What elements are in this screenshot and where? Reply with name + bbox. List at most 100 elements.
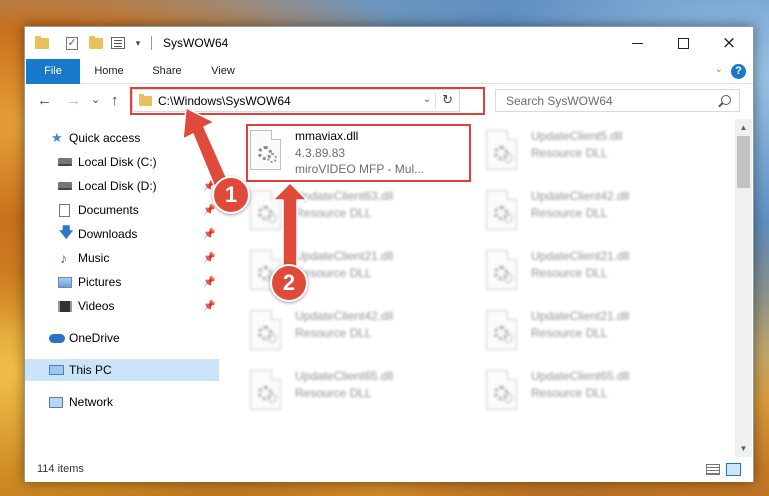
sidebar-item-local-disk-d[interactable]: Local Disk (D:) 📌 <box>25 175 219 197</box>
sidebar-item-videos[interactable]: Videos 📌 <box>25 295 219 317</box>
up-arrow-icon[interactable]: ↑ <box>111 92 119 110</box>
file-name: UpdateClient21.dll <box>295 249 394 263</box>
title-bar: ✓ ▾ SysWOW64 × <box>25 27 753 59</box>
search-icon[interactable] <box>721 95 731 105</box>
file-tile[interactable]: UpdateClient42.dll Resource DLL <box>247 305 472 363</box>
tab-home[interactable]: Home <box>85 59 133 84</box>
sidebar-item-quick-access[interactable]: ★ Quick access <box>25 127 219 149</box>
drive-icon <box>58 158 72 166</box>
sidebar-item-label: OneDrive <box>69 331 120 345</box>
file-type: Resource DLL <box>531 386 608 400</box>
tiles-view-icon[interactable] <box>726 463 741 476</box>
back-arrow-icon[interactable]: ← <box>37 92 52 110</box>
ribbon-tabs: File Home Share View ⌄ ? <box>25 59 753 84</box>
maximize-button[interactable] <box>660 27 706 59</box>
pin-icon[interactable]: 📌 <box>203 277 215 288</box>
sidebar-item-network[interactable]: Network <box>25 391 219 413</box>
tab-view[interactable]: View <box>200 59 246 84</box>
file-type: Resource DLL <box>531 266 608 280</box>
star-icon: ★ <box>51 130 63 145</box>
minimize-button[interactable] <box>614 27 660 59</box>
sidebar-item-label: Network <box>69 395 114 409</box>
file-type: Resource DLL <box>295 386 372 400</box>
status-bar: 114 items <box>25 457 753 482</box>
file-name: UpdateClient63.dll <box>295 189 394 203</box>
close-button[interactable]: × <box>706 27 752 59</box>
item-count: 114 items <box>37 463 84 475</box>
file-tile[interactable]: UpdateClient21.dll Resource DLL <box>483 245 708 303</box>
sidebar-item-label: This PC <box>69 363 112 377</box>
videos-icon <box>58 300 72 312</box>
dll-file-icon <box>486 250 517 290</box>
pin-icon[interactable]: 📌 <box>203 205 215 216</box>
computer-icon <box>49 365 64 375</box>
dll-file-icon <box>250 190 281 230</box>
scrollbar-thumb[interactable] <box>737 136 750 188</box>
pin-icon[interactable]: 📌 <box>203 157 215 168</box>
tab-file[interactable]: File <box>26 59 80 84</box>
customize-toolbar-chevron-icon[interactable]: ▾ <box>129 35 147 51</box>
file-tile[interactable]: UpdateClient63.dll Resource DLL <box>247 185 472 243</box>
sidebar-item-label: Videos <box>78 299 115 313</box>
file-tile[interactable]: UpdateClient5.dll Resource DLL <box>483 125 708 183</box>
file-highlight <box>246 124 471 182</box>
network-icon <box>49 396 63 408</box>
sidebar-item-onedrive[interactable]: OneDrive <box>25 327 219 349</box>
pin-icon[interactable]: 📌 <box>203 253 215 264</box>
dll-file-icon <box>250 310 281 350</box>
sidebar-item-label: Music <box>78 251 110 265</box>
file-tile[interactable]: UpdateClient21.dll Resource DLL <box>483 305 708 363</box>
dll-file-icon <box>486 310 517 350</box>
new-folder-icon[interactable] <box>87 35 105 51</box>
file-name: UpdateClient42.dll <box>295 309 394 323</box>
sidebar-item-pictures[interactable]: Pictures 📌 <box>25 271 219 293</box>
tab-share[interactable]: Share <box>143 59 191 84</box>
file-name: UpdateClient21.dll <box>531 249 630 263</box>
music-icon: ♪ <box>60 250 67 266</box>
ribbon-expand-chevron-icon[interactable]: ⌄ <box>715 64 723 75</box>
properties-check-icon[interactable]: ✓ <box>63 35 81 51</box>
dll-file-icon <box>486 130 517 170</box>
file-type: Resource DLL <box>295 206 372 220</box>
explorer-window: ✓ ▾ SysWOW64 × File Home Share View ⌄ ? … <box>24 26 754 482</box>
forward-arrow-icon[interactable]: → <box>66 92 81 110</box>
sidebar-item-label: Pictures <box>78 275 122 289</box>
dll-file-icon <box>486 190 517 230</box>
pin-icon[interactable]: 📌 <box>203 229 215 240</box>
cloud-icon <box>49 333 65 343</box>
sidebar-item-local-disk-c[interactable]: Local Disk (C:) 📌 <box>25 151 219 173</box>
sidebar-item-label: Downloads <box>78 227 138 241</box>
dll-file-icon <box>486 370 517 410</box>
search-input[interactable]: Search SysWOW64 <box>506 94 613 108</box>
title-separator <box>151 36 152 50</box>
file-type: Resource DLL <box>531 146 608 160</box>
sidebar-item-downloads[interactable]: 🡇 Downloads 📌 <box>25 223 219 245</box>
pictures-icon <box>58 276 72 288</box>
properties-icon[interactable] <box>109 35 127 51</box>
help-icon[interactable]: ? <box>731 64 746 79</box>
navigation-pane: ★ Quick access Local Disk (C:) 📌 Local D… <box>25 119 219 457</box>
file-name: UpdateClient21.dll <box>531 309 630 323</box>
sidebar-item-label: Local Disk (C:) <box>78 155 157 169</box>
sidebar-item-this-pc[interactable]: This PC <box>25 359 219 381</box>
file-type: Resource DLL <box>531 326 608 340</box>
annotation-step-2: 2 <box>270 264 308 302</box>
recent-locations-chevron-icon[interactable]: ⌄ <box>91 91 100 109</box>
scroll-up-icon[interactable]: ▲ <box>735 119 752 136</box>
search-box[interactable]: Search SysWOW64 <box>495 89 740 112</box>
minimize-icon <box>631 42 643 44</box>
window-title: SysWOW64 <box>163 36 229 50</box>
dll-file-icon <box>250 370 281 410</box>
details-view-icon[interactable] <box>706 464 720 475</box>
file-tile[interactable]: UpdateClient65.dll Resource DLL <box>247 365 472 423</box>
sidebar-item-documents[interactable]: Documents 📌 <box>25 199 219 221</box>
file-type: Resource DLL <box>295 326 372 340</box>
sidebar-item-music[interactable]: ♪ Music 📌 <box>25 247 219 269</box>
file-tile[interactable]: UpdateClient65.dll Resource DLL <box>483 365 708 423</box>
file-type: Resource DLL <box>531 206 608 220</box>
scroll-down-icon[interactable]: ▼ <box>735 440 752 457</box>
download-icon: 🡇 <box>59 224 74 240</box>
pin-icon[interactable]: 📌 <box>203 301 215 312</box>
vertical-scrollbar[interactable]: ▲ ▼ <box>735 119 752 457</box>
file-tile[interactable]: UpdateClient42.dll Resource DLL <box>483 185 708 243</box>
